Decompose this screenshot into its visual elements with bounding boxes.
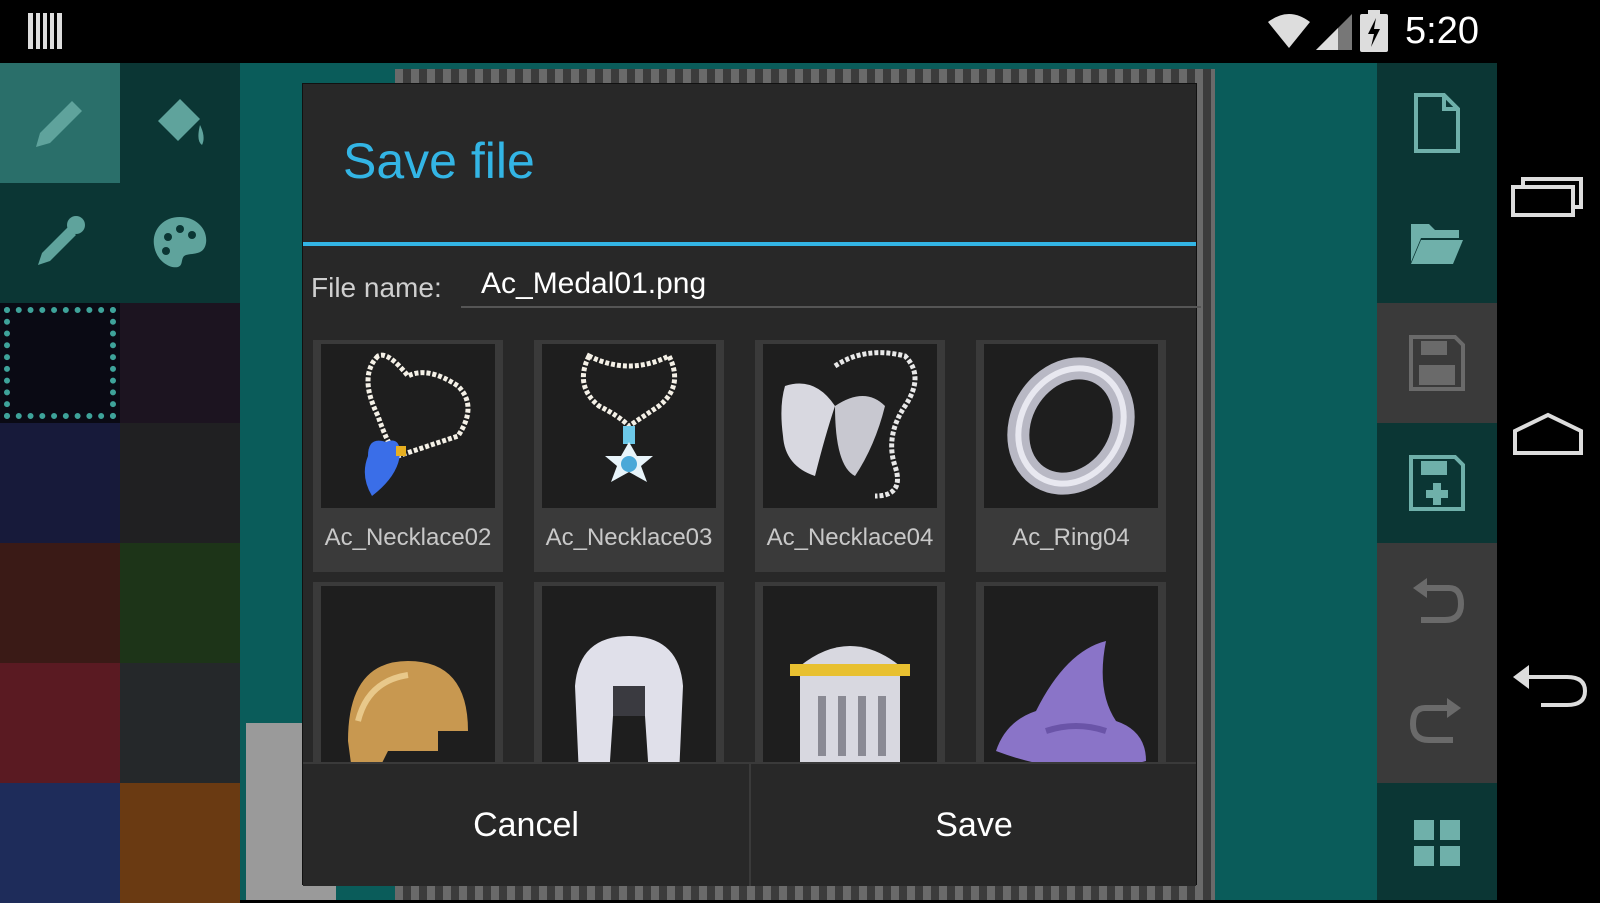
file-name-caption: Ac_Necklace03 xyxy=(545,524,713,551)
status-bar: 5:20 xyxy=(0,0,1600,63)
palette-swatch[interactable] xyxy=(120,303,240,423)
wizard-hat-icon xyxy=(996,641,1146,769)
save-button-toolbar[interactable] xyxy=(1377,303,1497,423)
file-item[interactable]: Ac_Necklace04 xyxy=(755,340,945,572)
recent-apps-icon[interactable] xyxy=(1511,173,1585,219)
file-item[interactable]: Ac_Necklace02 xyxy=(313,340,503,572)
file-item[interactable]: Ac_Ring04 xyxy=(976,340,1166,572)
title-divider xyxy=(303,242,1196,246)
necklace-wings-icon xyxy=(781,350,918,499)
paint-bucket-icon xyxy=(158,99,204,145)
redo-icon xyxy=(1409,698,1461,743)
new-file-icon xyxy=(1414,93,1460,153)
grid-button[interactable] xyxy=(1377,783,1497,903)
dialog-title: Save file xyxy=(343,133,535,189)
signal-icon xyxy=(1316,14,1352,50)
palette-swatch[interactable] xyxy=(120,423,240,543)
pencil-icon xyxy=(36,101,82,147)
palette-swatch[interactable] xyxy=(120,543,240,663)
palette-swatch[interactable] xyxy=(120,663,240,783)
necklace-heart-icon xyxy=(364,352,471,496)
file-toolbar xyxy=(1377,63,1497,900)
back-icon[interactable] xyxy=(1511,663,1589,709)
save-button[interactable]: Save xyxy=(751,764,1197,886)
color-palette xyxy=(0,303,240,903)
undo-button[interactable] xyxy=(1377,543,1497,663)
palette-swatch[interactable] xyxy=(0,783,120,903)
save-as-icon xyxy=(1409,455,1465,511)
palette-icon xyxy=(153,217,207,268)
palette-tool[interactable] xyxy=(120,183,240,303)
undo-icon xyxy=(1413,578,1465,623)
file-name-caption: Ac_Ring04 xyxy=(1012,524,1130,551)
necklace-star-icon xyxy=(580,352,678,482)
palette-swatch[interactable] xyxy=(0,423,120,543)
save-as-button[interactable] xyxy=(1377,423,1497,543)
clock: 5:20 xyxy=(1405,10,1479,52)
wifi-icon xyxy=(1268,14,1310,48)
paint-bucket-tool[interactable] xyxy=(120,63,240,183)
file-name-label: File name: xyxy=(311,272,442,303)
eyedropper-icon xyxy=(38,216,85,265)
file-name-input[interactable] xyxy=(461,262,1201,308)
bronze-helmet-icon xyxy=(348,661,468,771)
open-folder-icon xyxy=(1411,224,1463,264)
open-file-button[interactable] xyxy=(1377,183,1497,303)
ring-icon xyxy=(1007,357,1135,495)
grid-icon xyxy=(1414,820,1460,866)
file-name-caption: Ac_Necklace04 xyxy=(766,524,934,551)
cancel-button[interactable]: Cancel xyxy=(303,764,749,886)
eyedropper-tool[interactable] xyxy=(0,183,120,303)
navigation-bar xyxy=(1497,63,1600,900)
redo-button[interactable] xyxy=(1377,663,1497,783)
tool-panel xyxy=(0,63,240,303)
file-item[interactable]: Ac_Necklace03 xyxy=(534,340,724,572)
palette-swatch[interactable] xyxy=(0,543,120,663)
new-file-button[interactable] xyxy=(1377,63,1497,183)
notification-icon xyxy=(28,13,62,49)
palette-swatch[interactable] xyxy=(0,663,120,783)
palette-swatch[interactable] xyxy=(120,783,240,903)
file-name-caption: Ac_Necklace02 xyxy=(324,524,492,551)
home-icon[interactable] xyxy=(1511,411,1585,457)
save-icon xyxy=(1409,335,1465,391)
pencil-tool[interactable] xyxy=(0,63,120,183)
dialog-button-bar: Cancel Save xyxy=(303,762,1196,886)
save-file-dialog: Save file File name: Ac_Necklace02 xyxy=(303,84,1201,886)
battery-charging-icon xyxy=(1360,10,1388,52)
palette-swatch-selected[interactable] xyxy=(0,303,120,423)
